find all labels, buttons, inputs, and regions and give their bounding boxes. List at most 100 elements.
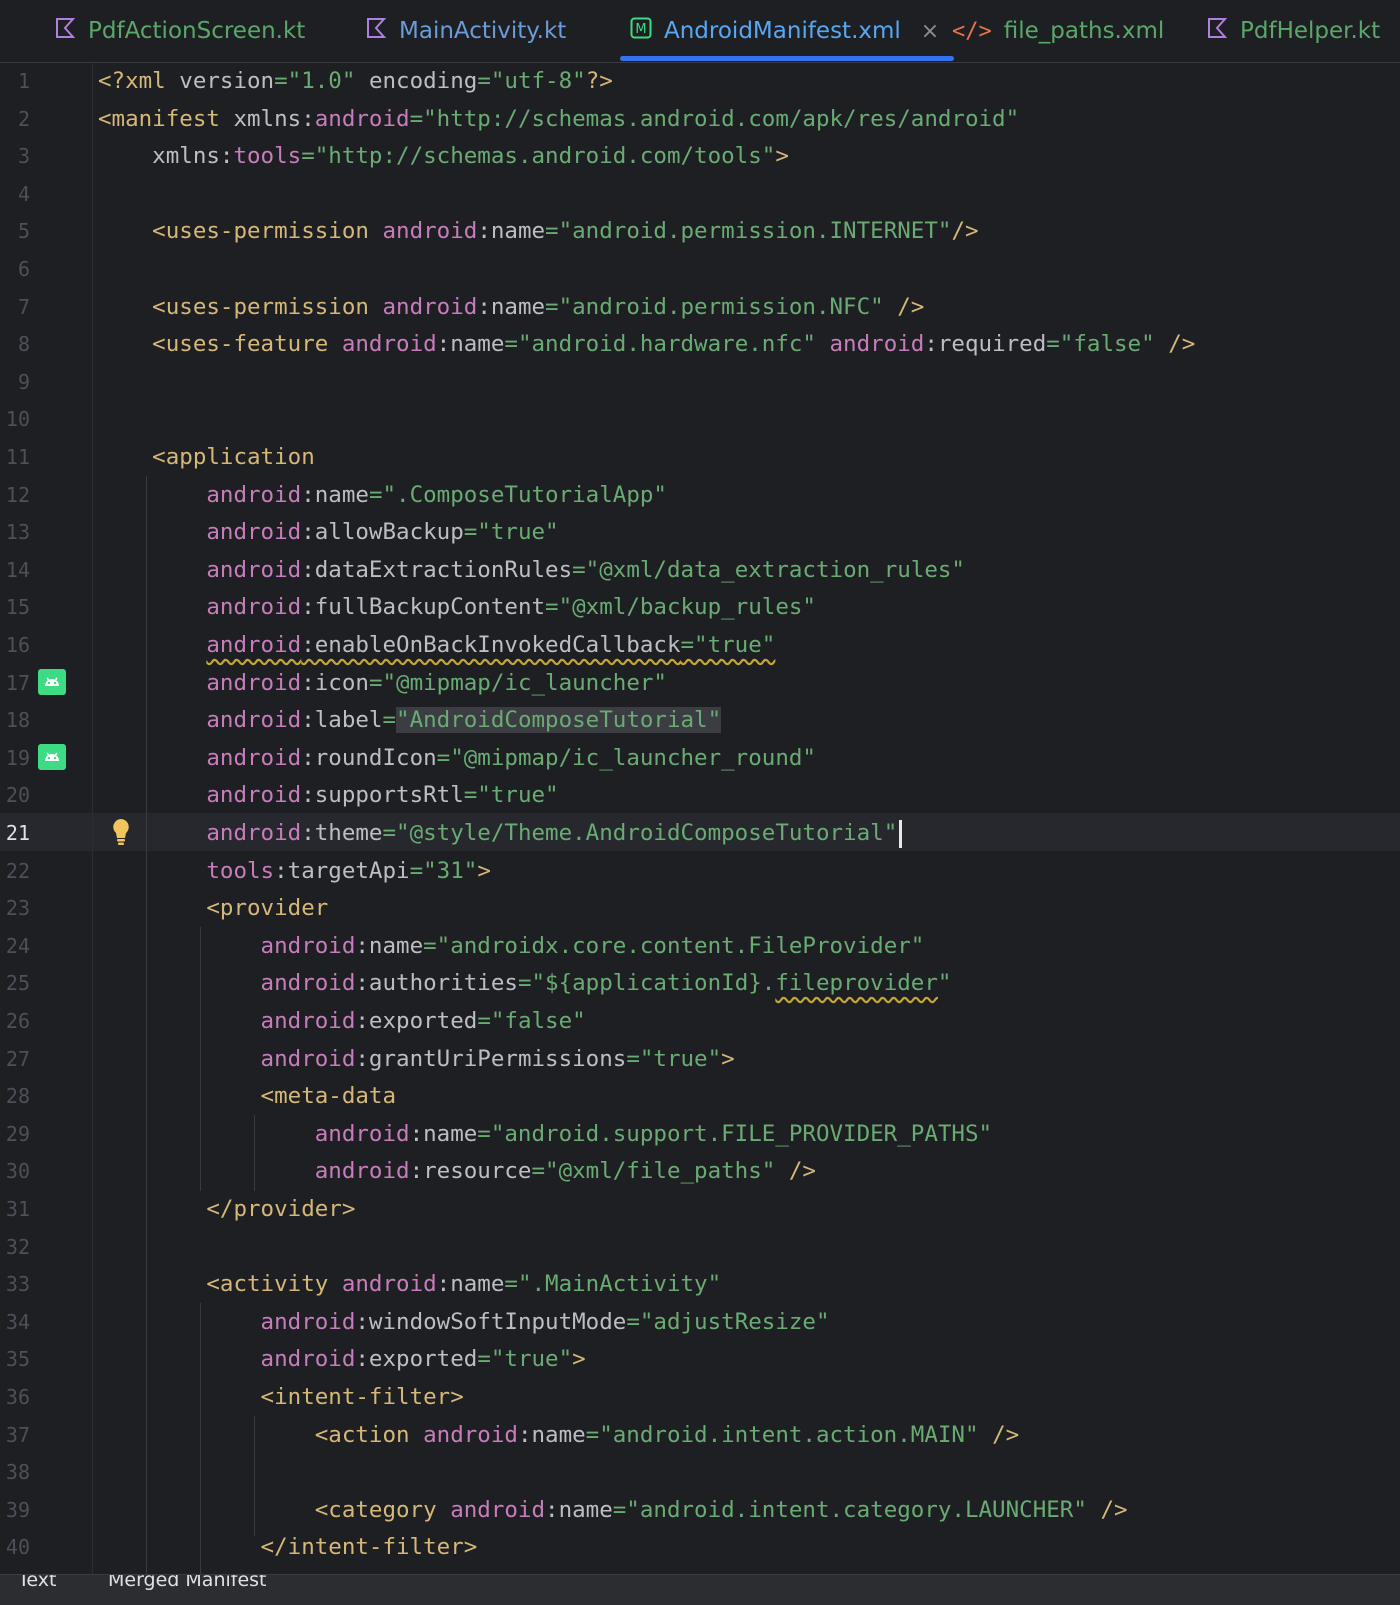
- code-text[interactable]: android:name="android.support.FILE_PROVI…: [98, 1115, 992, 1153]
- code-line[interactable]: 12 android:name=".ComposeTutorialApp": [0, 476, 1400, 514]
- android-icon[interactable]: [38, 669, 66, 695]
- code-text[interactable]: android:exported="true">: [98, 1340, 586, 1378]
- code-text[interactable]: <action android:name="android.intent.act…: [98, 1416, 1019, 1454]
- code-text[interactable]: xmlns:tools="http://schemas.android.com/…: [98, 137, 789, 175]
- code-token: android: [98, 1308, 356, 1335]
- lightbulb-icon[interactable]: [110, 817, 132, 851]
- code-line[interactable]: 21 android:theme="@style/Theme.AndroidCo…: [0, 814, 1400, 852]
- code-text[interactable]: android:grantUriPermissions="true">: [98, 1040, 735, 1078]
- code-text[interactable]: android:name="androidx.core.content.File…: [98, 927, 925, 965]
- code-text[interactable]: android:roundIcon="@mipmap/ic_launcher_r…: [98, 739, 816, 777]
- code-line[interactable]: 1 <?xml version="1.0" encoding="utf-8"?>: [0, 62, 1400, 100]
- code-line[interactable]: 18 android:label="AndroidComposeTutorial…: [0, 701, 1400, 739]
- code-line[interactable]: 10: [0, 400, 1400, 438]
- text-tab[interactable]: Text: [18, 1575, 56, 1591]
- code-token: android: [98, 1008, 356, 1034]
- code-text[interactable]: <intent-filter>: [98, 1378, 464, 1416]
- code-token: ": [937, 970, 952, 997]
- code-token: ="true": [626, 1045, 722, 1072]
- android-icon[interactable]: [38, 744, 66, 770]
- code-line[interactable]: 8 <uses-feature android:name="android.ha…: [0, 325, 1400, 363]
- code-line[interactable]: 13 android:allowBackup="true": [0, 513, 1400, 551]
- merged-manifest-tab[interactable]: Merged Manifest: [108, 1575, 267, 1591]
- code-line[interactable]: 16 android:enableOnBackInvokedCallback="…: [0, 626, 1400, 664]
- tab-file-paths[interactable]: </> file_paths.xml: [952, 0, 1164, 62]
- code-text[interactable]: android:enableOnBackInvokedCallback="tru…: [98, 626, 775, 664]
- code-line[interactable]: 33 <activity android:name=".MainActivity…: [0, 1265, 1400, 1303]
- code-line[interactable]: 4: [0, 175, 1400, 213]
- code-line[interactable]: 32: [0, 1228, 1400, 1266]
- code-token: :dataExtractionRules: [301, 556, 573, 583]
- code-token: :supportsRtl: [301, 782, 464, 809]
- close-icon[interactable]: ×: [921, 19, 939, 44]
- code-text[interactable]: <uses-permission android:name="android.p…: [98, 288, 924, 326]
- code-text[interactable]: </provider>: [98, 1190, 355, 1228]
- code-text[interactable]: android:theme="@style/Theme.AndroidCompo…: [98, 814, 903, 852]
- tab-pdfactionscreen[interactable]: PdfActionScreen.kt: [54, 0, 305, 62]
- code-line[interactable]: 36 <intent-filter>: [0, 1378, 1400, 1416]
- code-text[interactable]: <?xml version="1.0" encoding="utf-8"?>: [98, 62, 613, 100]
- code-line[interactable]: 34 android:windowSoftInputMode="adjustRe…: [0, 1303, 1400, 1341]
- code-line[interactable]: 6: [0, 250, 1400, 288]
- code-line[interactable]: 20 android:supportsRtl="true": [0, 776, 1400, 814]
- code-line[interactable]: 30 android:resource="@xml/file_paths" />: [0, 1152, 1400, 1190]
- code-text[interactable]: android:authorities="${applicationId}.fi…: [98, 964, 952, 1002]
- code-line[interactable]: 7 <uses-permission android:name="android…: [0, 288, 1400, 326]
- code-line[interactable]: 14 android:dataExtractionRules="@xml/dat…: [0, 551, 1400, 589]
- code-text[interactable]: android:allowBackup="true": [98, 513, 558, 551]
- code-line[interactable]: 9: [0, 363, 1400, 401]
- code-text[interactable]: android:resource="@xml/file_paths" />: [98, 1152, 816, 1190]
- code-line[interactable]: 11 <application: [0, 438, 1400, 476]
- code-text[interactable]: <activity android:name=".MainActivity": [98, 1265, 721, 1303]
- code-text[interactable]: <uses-feature android:name="android.hard…: [98, 325, 1195, 363]
- code-text[interactable]: android:exported="false": [98, 1002, 586, 1040]
- code-line[interactable]: 37 <action android:name="android.intent.…: [0, 1416, 1400, 1454]
- code-text[interactable]: </intent-filter>: [98, 1528, 478, 1566]
- code-line[interactable]: 23 <provider: [0, 889, 1400, 927]
- code-token: fileprovider: [775, 970, 938, 997]
- code-line[interactable]: 29 android:name="android.support.FILE_PR…: [0, 1115, 1400, 1153]
- code-text[interactable]: android:fullBackupContent="@xml/backup_r…: [98, 588, 816, 626]
- code-line[interactable]: 39 <category android:name="android.inten…: [0, 1491, 1400, 1529]
- code-editor[interactable]: 1 <?xml version="1.0" encoding="utf-8"?> 2…: [0, 62, 1400, 1574]
- code-token: android: [98, 707, 302, 734]
- tab-pdfhelper[interactable]: PdfHelper.kt: [1206, 0, 1380, 62]
- code-text[interactable]: android:name=".ComposeTutorialApp": [98, 476, 667, 514]
- code-text[interactable]: <meta-data: [98, 1077, 396, 1115]
- code-line[interactable]: 27 android:grantUriPermissions="true">: [0, 1040, 1400, 1078]
- code-line[interactable]: 22 tools:targetApi="31">: [0, 852, 1400, 890]
- code-text[interactable]: android:label="AndroidComposeTutorial": [98, 701, 722, 739]
- code-text[interactable]: <uses-permission android:name="android.p…: [98, 212, 978, 250]
- tab-mainactivity[interactable]: MainActivity.kt: [365, 0, 566, 62]
- code-text[interactable]: android:icon="@mipmap/ic_launcher": [98, 664, 667, 702]
- tab-androidmanifest[interactable]: M AndroidManifest.xml ×: [630, 0, 939, 62]
- code-token: <action: [98, 1421, 424, 1448]
- code-token: ="utf-8": [477, 68, 586, 94]
- code-text[interactable]: <category android:name="android.intent.c…: [98, 1491, 1128, 1529]
- code-token: >: [775, 143, 789, 170]
- code-text[interactable]: android:dataExtractionRules="@xml/data_e…: [98, 551, 965, 589]
- code-line[interactable]: 40 </intent-filter>: [0, 1528, 1400, 1566]
- code-text[interactable]: tools:targetApi="31">: [98, 852, 491, 890]
- code-token: :grantUriPermissions: [355, 1045, 627, 1072]
- kotlin-file-icon: [54, 17, 76, 45]
- code-line[interactable]: 17 android:icon="@mipmap/ic_launcher": [0, 664, 1400, 702]
- code-line[interactable]: 28 <meta-data: [0, 1077, 1400, 1115]
- code-line[interactable]: 38: [0, 1453, 1400, 1491]
- code-line[interactable]: 5 <uses-permission android:name="android…: [0, 212, 1400, 250]
- code-text[interactable]: android:supportsRtl="true": [98, 776, 558, 814]
- code-line[interactable]: 31 </provider>: [0, 1190, 1400, 1228]
- code-line[interactable]: 3 xmlns:tools="http://schemas.android.co…: [0, 137, 1400, 175]
- code-text[interactable]: <application: [98, 438, 315, 476]
- code-text[interactable]: android:windowSoftInputMode="adjustResiz…: [98, 1303, 830, 1341]
- code-line[interactable]: 15 android:fullBackupContent="@xml/backu…: [0, 588, 1400, 626]
- code-line[interactable]: 26 android:exported="false": [0, 1002, 1400, 1040]
- code-text[interactable]: <provider: [98, 889, 328, 927]
- code-line[interactable]: 24 android:name="androidx.core.content.F…: [0, 927, 1400, 965]
- code-line[interactable]: 25 android:authorities="${applicationId}…: [0, 964, 1400, 1002]
- code-line[interactable]: 19 android:roundIcon="@mipmap/ic_launche…: [0, 739, 1400, 777]
- code-line[interactable]: 35 android:exported="true">: [0, 1340, 1400, 1378]
- code-token: version: [179, 68, 275, 94]
- code-line[interactable]: 2 <manifest xmlns:android="http://schemas…: [0, 100, 1400, 138]
- code-text[interactable]: <manifest xmlns:android="http://schemas.…: [98, 100, 1019, 138]
